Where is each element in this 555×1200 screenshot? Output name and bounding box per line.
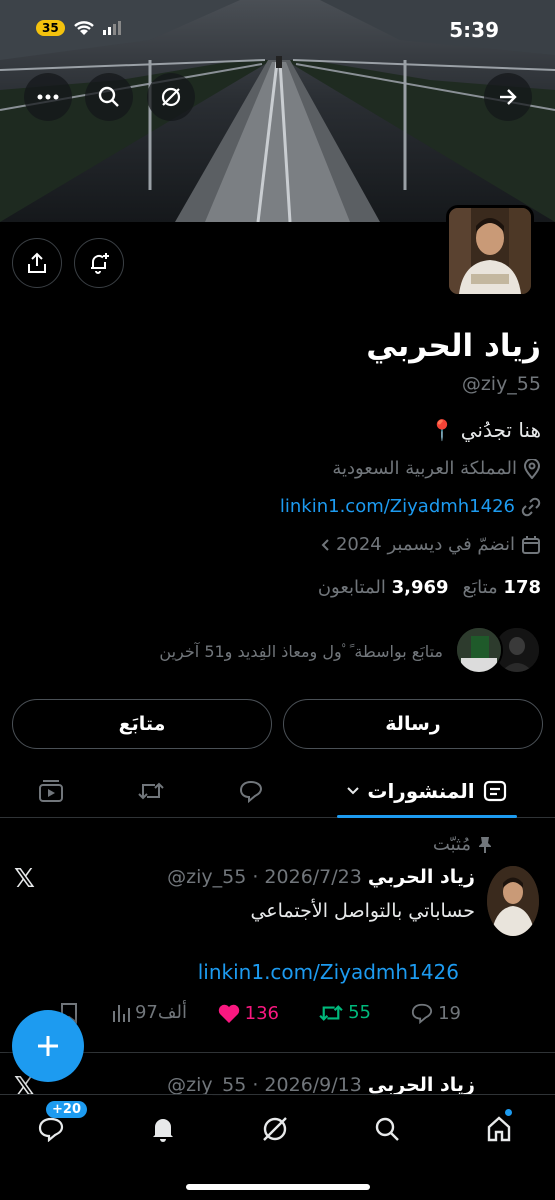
post-header: زياد الحربي @ziy_55 · 2026/7/23 xyxy=(167,866,475,888)
battery-indicator: 35 xyxy=(36,20,65,36)
chevron-down-icon xyxy=(347,787,360,795)
location-pin-icon xyxy=(523,458,541,479)
home-icon xyxy=(487,1116,511,1142)
video-icon xyxy=(39,780,63,802)
reply-count: 19 xyxy=(438,1002,461,1024)
next-post-header: زياد الحربي @ziy_55 · 2026/9/13 xyxy=(167,1074,475,1096)
profile-tabs: المنشورات xyxy=(0,764,555,818)
pinned-label: مُثبّت xyxy=(433,834,493,855)
tab-reposts[interactable] xyxy=(126,764,176,818)
post-actions: 19 55 136 97ألف xyxy=(0,1002,555,1032)
share-button[interactable] xyxy=(12,238,62,288)
heart-icon xyxy=(218,1004,239,1023)
repost-icon xyxy=(138,782,164,800)
profile-link[interactable]: linkin1.com/Ziyadmh1426 xyxy=(280,496,541,517)
chat-icon xyxy=(38,1117,64,1142)
back-button[interactable] xyxy=(484,73,532,121)
notifications-button[interactable] xyxy=(74,238,124,288)
location-text: المملكة العربية السعودية xyxy=(332,458,517,479)
next-post-author[interactable]: زياد الحربي xyxy=(368,1074,475,1096)
messages-badge: +20 xyxy=(46,1101,87,1118)
more-dots-icon xyxy=(37,94,59,100)
repost-count: 55 xyxy=(348,1002,371,1023)
profile-joined[interactable]: انضمّ في ديسمبر 2024 xyxy=(320,534,541,555)
status-icons: 35 xyxy=(36,20,123,36)
followed-by-text: متابَع بواسطة ًﾟول ومعاذ الفِديد و51 آخر… xyxy=(159,642,443,661)
share-icon xyxy=(28,252,46,273)
post-avatar[interactable] xyxy=(487,866,539,936)
profile-handle: @ziy_55 xyxy=(461,373,541,395)
repost-action[interactable]: 55 xyxy=(318,1002,371,1023)
status-bar: 35 5:39 xyxy=(0,0,555,60)
signal-icon xyxy=(102,21,121,35)
following-stat[interactable]: 178 متابَع xyxy=(463,577,541,598)
grok-icon xyxy=(263,1117,287,1141)
following-count: 178 xyxy=(503,577,541,598)
followed-by-row[interactable]: متابَع بواسطة ًﾟول ومعاذ الفِديد و51 آخر… xyxy=(159,624,541,676)
views-action[interactable]: 97ألف xyxy=(111,1002,187,1023)
views-count: 97ألف xyxy=(134,1002,187,1023)
chevron-left-icon xyxy=(321,538,329,551)
tab-media[interactable] xyxy=(26,764,76,818)
more-button[interactable] xyxy=(24,73,72,121)
followers-label: المتابعون xyxy=(317,577,386,598)
pinned-text: مُثبّت xyxy=(432,834,471,855)
reply-icon xyxy=(239,780,263,803)
next-post-handle-date: @ziy_55 · 2026/9/13 xyxy=(167,1074,362,1096)
search-icon xyxy=(375,1117,399,1141)
followers-stat[interactable]: 3,969 المتابعون xyxy=(318,577,449,598)
reply-icon xyxy=(412,1003,433,1024)
posts-icon xyxy=(483,780,506,802)
followers-count: 3,969 xyxy=(391,577,449,598)
compose-button[interactable] xyxy=(12,1010,84,1082)
tab-replies[interactable] xyxy=(226,764,276,818)
search-profile-button[interactable] xyxy=(85,73,133,121)
following-label: متابَع xyxy=(462,577,498,598)
calendar-icon xyxy=(522,535,540,554)
nav-notifications[interactable] xyxy=(138,1109,188,1149)
x-logo-icon[interactable]: 𝕏 xyxy=(14,864,35,894)
plus-icon xyxy=(38,1036,58,1056)
joined-text: انضمّ في ديسمبر 2024 xyxy=(335,534,515,555)
nav-grok[interactable] xyxy=(250,1109,300,1149)
tab-posts[interactable]: المنشورات xyxy=(337,764,517,818)
profile-location: المملكة العربية السعودية xyxy=(332,458,541,479)
search-icon xyxy=(98,86,119,107)
bell-plus-icon xyxy=(91,253,109,274)
pin-icon xyxy=(479,836,491,853)
tab-posts-label: المنشورات xyxy=(367,779,475,803)
message-button[interactable]: رسالة xyxy=(283,699,543,749)
views-icon xyxy=(112,1004,130,1022)
bell-icon xyxy=(153,1119,173,1142)
arrow-right-icon xyxy=(500,89,517,105)
tab-active-indicator xyxy=(337,815,517,818)
link-text[interactable]: linkin1.com/Ziyadmh1426 xyxy=(280,496,515,517)
home-indicator[interactable] xyxy=(186,1184,370,1190)
post-author[interactable]: زياد الحربي xyxy=(368,866,475,888)
profile-bio: هنا تجدُني 📍 xyxy=(429,418,541,442)
link-icon xyxy=(521,497,541,516)
grok-button[interactable] xyxy=(147,73,195,121)
bottom-nav: +20 xyxy=(0,1094,555,1200)
follow-button[interactable]: متابَع xyxy=(12,699,272,749)
reply-action[interactable]: 19 xyxy=(410,1002,461,1024)
status-time: 5:39 xyxy=(449,18,499,42)
like-count: 136 xyxy=(244,1002,279,1024)
nav-search[interactable] xyxy=(362,1109,412,1149)
repost-icon xyxy=(319,1004,343,1021)
profile-avatar[interactable] xyxy=(446,205,534,297)
profile-name: زياد الحربي xyxy=(366,328,541,364)
wifi-icon xyxy=(73,21,94,35)
follower-avatars xyxy=(455,624,541,676)
nav-messages[interactable]: +20 xyxy=(26,1101,87,1149)
post-link[interactable]: linkin1.com/Ziyadmh1426 xyxy=(198,960,459,984)
follower-avatar xyxy=(455,626,503,674)
home-unread-dot xyxy=(505,1109,512,1116)
grok-icon xyxy=(161,87,181,107)
post-handle-date: @ziy_55 · 2026/7/23 xyxy=(167,866,362,888)
like-action[interactable]: 136 xyxy=(217,1002,279,1024)
post-text: حساباتي بالتواصل الأجتماعي xyxy=(250,900,475,922)
profile-counts: 178 متابَع 3,969 المتابعون xyxy=(318,577,541,598)
nav-home[interactable] xyxy=(474,1109,524,1149)
